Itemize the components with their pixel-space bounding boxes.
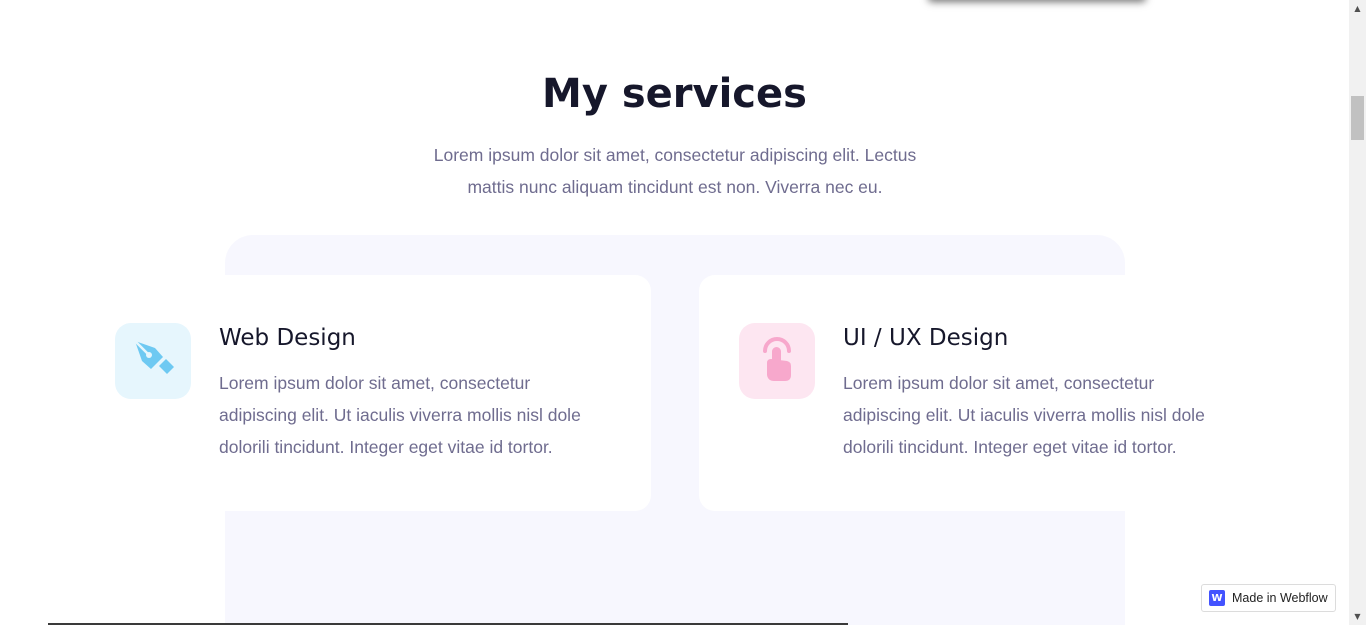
ui-ux-design-description: Lorem ipsum dolor sit amet, consectetur …: [843, 373, 1205, 457]
services-title: My services: [542, 71, 807, 117]
scroll-down-arrow-icon[interactable]: ▼: [1349, 608, 1366, 625]
web-design-icon-tile: [115, 323, 191, 399]
touch-hand-icon: [755, 333, 799, 389]
page: My services Lorem ipsum dolor sit amet, …: [0, 0, 1349, 625]
ui-ux-design-title: UI / UX Design: [843, 325, 1009, 351]
scrollbar-thumb[interactable]: [1351, 96, 1364, 140]
webflow-logo-icon: W: [1209, 590, 1225, 606]
services-subtitle: Lorem ipsum dolor sit amet, consectetur …: [433, 145, 917, 197]
ui-ux-icon-tile: [739, 323, 815, 399]
vertical-scrollbar[interactable]: ▲ ▼: [1349, 0, 1366, 625]
web-design-title: Web Design: [219, 325, 356, 351]
made-in-webflow-badge[interactable]: W Made in Webflow: [1201, 584, 1336, 612]
scroll-up-arrow-icon[interactable]: ▲: [1349, 0, 1366, 17]
web-design-description: Lorem ipsum dolor sit amet, consectetur …: [219, 373, 581, 457]
pen-tool-icon: [129, 335, 177, 387]
webflow-badge-label: Made in Webflow: [1232, 591, 1328, 605]
